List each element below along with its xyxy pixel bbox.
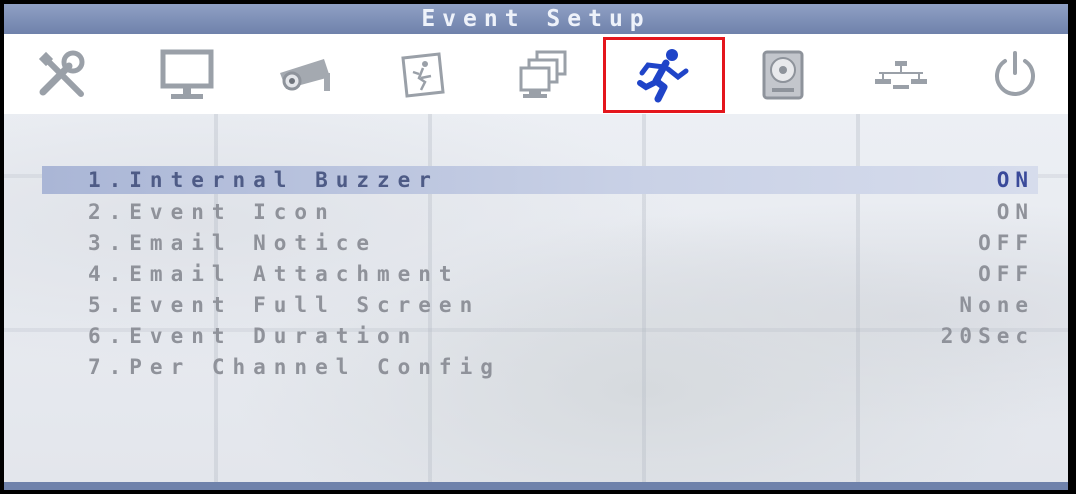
menu-item-label: 3.Email Notice bbox=[88, 231, 378, 255]
menu-item-email-notice[interactable]: 3.Email Notice OFF bbox=[42, 229, 1038, 257]
camera-icon[interactable] bbox=[270, 44, 340, 106]
icon-toolbar bbox=[4, 34, 1068, 114]
event-setup-screen: Event Setup 1.Internal Buzzer ON 2.Event… bbox=[4, 4, 1068, 490]
menu-item-per-channel-config[interactable]: 7.Per Channel Config bbox=[42, 353, 1038, 381]
menu-item-value[interactable]: None bbox=[959, 291, 1034, 319]
menu-item-event-full-screen[interactable]: 5.Event Full Screen None bbox=[42, 291, 1038, 319]
power-icon[interactable] bbox=[980, 44, 1050, 106]
menu-item-label: 4.Email Attachment bbox=[88, 262, 460, 286]
running-man-icon[interactable] bbox=[603, 37, 725, 113]
menu-item-value[interactable]: OFF bbox=[978, 229, 1034, 257]
menu-item-value[interactable]: ON bbox=[997, 198, 1034, 226]
multi-screen-icon[interactable] bbox=[508, 44, 578, 106]
menu-item-event-icon[interactable]: 2.Event Icon ON bbox=[42, 198, 1038, 226]
menu-item-label: 6.Event Duration bbox=[88, 324, 419, 348]
menu-item-email-attachment[interactable]: 4.Email Attachment OFF bbox=[42, 260, 1038, 288]
menu-item-value[interactable]: ON bbox=[997, 166, 1034, 194]
network-icon[interactable] bbox=[866, 44, 936, 106]
menu-item-event-duration[interactable]: 6.Event Duration 20Sec bbox=[42, 322, 1038, 350]
page-title: Event Setup bbox=[4, 4, 1068, 34]
menu-item-label: 7.Per Channel Config bbox=[88, 355, 501, 379]
menu-item-value[interactable]: 20Sec bbox=[941, 322, 1034, 350]
bottom-bar bbox=[4, 482, 1068, 490]
menu-item-internal-buzzer[interactable]: 1.Internal Buzzer ON bbox=[42, 166, 1038, 194]
menu-item-label: 1.Internal Buzzer bbox=[88, 168, 439, 192]
monitor-icon[interactable] bbox=[152, 44, 222, 106]
motion-sign-icon[interactable] bbox=[388, 44, 458, 106]
tools-icon[interactable] bbox=[28, 44, 98, 106]
menu-item-label: 5.Event Full Screen bbox=[88, 293, 481, 317]
hard-disk-icon[interactable] bbox=[748, 44, 818, 106]
menu-item-label: 2.Event Icon bbox=[88, 200, 336, 224]
menu-panel: 1.Internal Buzzer ON 2.Event Icon ON 3.E… bbox=[4, 114, 1068, 482]
menu-item-value[interactable]: OFF bbox=[978, 260, 1034, 288]
